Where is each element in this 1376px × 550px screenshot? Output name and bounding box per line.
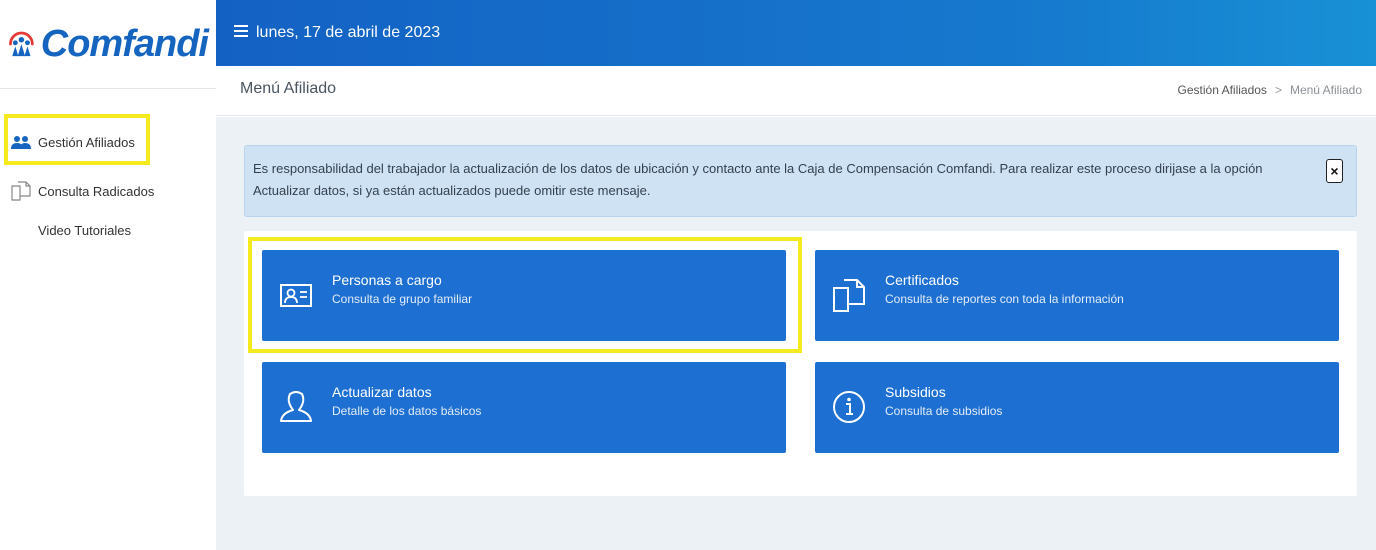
tile-subsidios[interactable]: Subsidios Consulta de subsidios <box>815 362 1339 453</box>
tile-title: Subsidios <box>885 384 946 400</box>
tile-subtitle: Detalle de los datos básicos <box>332 404 482 418</box>
info-alert: Es responsabilidad del trabajador la act… <box>244 145 1357 217</box>
breadcrumb-link-gestion-afiliados[interactable]: Gestión Afiliados <box>1178 83 1267 97</box>
sidebar-item-label: Consulta Radicados <box>38 183 155 199</box>
page-title: Menú Afiliado <box>240 80 337 97</box>
close-icon[interactable]: × <box>1326 159 1343 183</box>
sidebar-item-label: Video Tutoriales <box>38 223 131 238</box>
sidebar-item-consulta-radicados[interactable]: Consulta Radicados <box>10 181 154 201</box>
sidebar: Comfandi Gestión Afiliados Consulta Radi… <box>0 0 216 550</box>
comfandi-logo-mark-icon <box>9 31 34 57</box>
people-icon <box>10 132 32 152</box>
sidebar-item-gestion-afiliados[interactable]: Gestión Afiliados <box>10 132 135 152</box>
highlight-personas-a-cargo <box>248 237 802 353</box>
page-header: Menú Afiliado Gestión Afiliados > Menú A… <box>216 66 1376 116</box>
user-icon <box>280 391 312 422</box>
sidebar-item-video-tutoriales[interactable]: Video Tutoriales <box>38 223 131 238</box>
breadcrumb-current: Menú Afiliado <box>1289 83 1362 97</box>
info-icon <box>833 391 865 423</box>
documents-icon <box>833 279 865 312</box>
sidebar-item-label: Gestión Afiliados <box>38 134 135 150</box>
top-bar: lunes, 17 de abril de 2023 <box>216 0 1376 66</box>
hamburger-icon[interactable] <box>234 24 248 42</box>
breadcrumb-separator: > <box>1274 83 1282 97</box>
breadcrumb: Gestión Afiliados > Menú Afiliado <box>1178 83 1362 97</box>
brand-name: Comfandi <box>40 22 209 65</box>
tile-subtitle: Consulta de subsidios <box>885 404 1003 418</box>
current-date: lunes, 17 de abril de 2023 <box>256 24 441 41</box>
tile-title: Certificados <box>885 272 959 288</box>
sidebar-divider <box>0 88 216 89</box>
alert-text: Es responsabilidad del trabajador la act… <box>253 161 1263 198</box>
tile-actualizar-datos[interactable]: Actualizar datos Detalle de los datos bá… <box>262 362 786 453</box>
tile-subtitle: Consulta de reportes con toda la informa… <box>885 292 1124 306</box>
documents-icon <box>10 181 32 201</box>
comfandi-logo[interactable]: Comfandi <box>8 12 209 76</box>
tile-title: Actualizar datos <box>332 384 432 400</box>
tile-certificados[interactable]: Certificados Consulta de reportes con to… <box>815 250 1339 341</box>
